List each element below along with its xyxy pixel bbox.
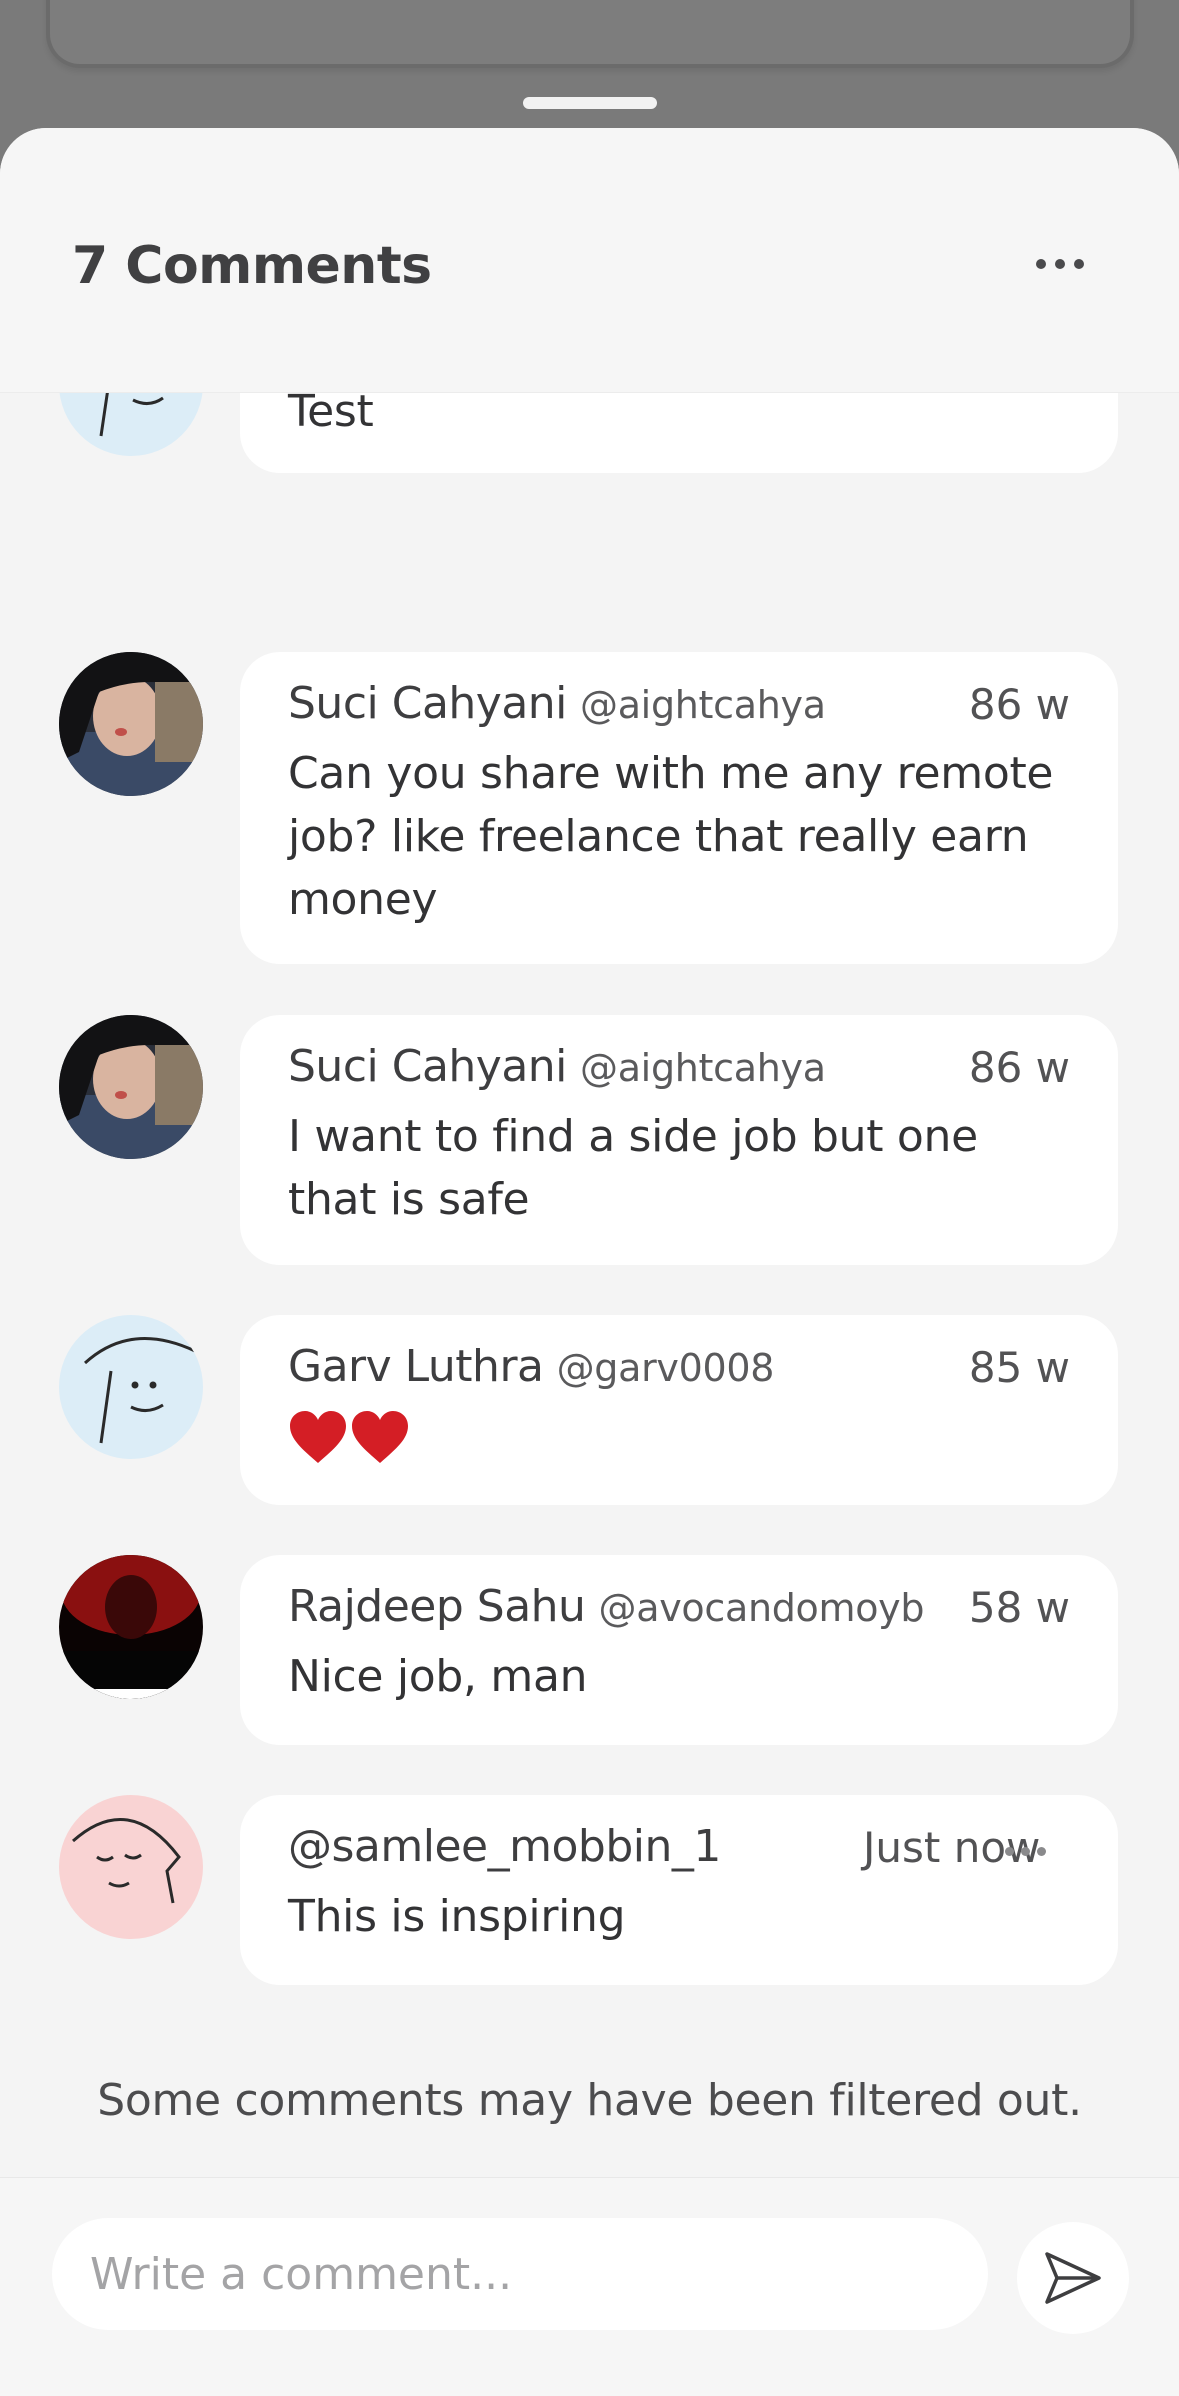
sheet-grab-handle[interactable] [523, 97, 657, 109]
comment-bubble[interactable]: Garv Luthra @garv0008 85 w ❤️❤️ [240, 1315, 1118, 1505]
comment-header: Suci Cahyani @aightcahya 86 w [288, 678, 1070, 742]
comment-header: Suci Cahyani @aightcahya 86 w [288, 1041, 1070, 1105]
comment-bubble[interactable]: Suci Cahyani @aightcahya 86 w Can you sh… [240, 652, 1118, 964]
hearts-row [288, 1405, 1070, 1468]
comment-header: @samlee_mobbin_1 Just now [288, 1821, 1070, 1885]
comments-sheet: 7 Comments Test Suci Cahyani @aightcahya… [0, 128, 1179, 2396]
send-icon [1045, 2252, 1101, 2304]
comment-bubble[interactable]: @samlee_mobbin_1 Just now This is inspir… [240, 1795, 1118, 1985]
comment-timestamp: 58 w [968, 1583, 1070, 1632]
more-dot-icon [1005, 1846, 1014, 1856]
filter-notice: Some comments may have been filtered out… [97, 2075, 1082, 2126]
comment-bubble[interactable]: Suci Cahyani @aightcahya 86 w I want to … [240, 1015, 1118, 1265]
author-name[interactable]: Suci Cahyani [288, 1041, 567, 1092]
comment-input[interactable] [52, 2218, 988, 2330]
comment-more-button[interactable] [1005, 1839, 1065, 1863]
more-dot-icon [1074, 259, 1084, 269]
comments-title: 7 Comments [72, 236, 432, 296]
comment-text: This is inspiring [288, 1891, 626, 1942]
profile-photo-icon [59, 652, 203, 796]
comment-composer [0, 2177, 1179, 2396]
doodle-face-icon [72, 1817, 181, 1904]
comment-timestamp: 86 w [968, 1043, 1070, 1092]
author-handle[interactable]: @avocandomoyb [599, 1586, 925, 1630]
sheet-header: 7 Comments [0, 128, 1179, 393]
doodle-face-icon [99, 392, 164, 437]
comment-header: Rajdeep Sahu @avocandomoyb 58 w [288, 1581, 1070, 1645]
comment-list[interactable]: Test Suci Cahyani @aightcahya 86 w Can y… [0, 392, 1179, 2305]
doodle-face-icon [83, 1337, 196, 1444]
profile-photo-icon [59, 1555, 203, 1699]
comment-timestamp: 85 w [968, 1343, 1070, 1392]
author-handle[interactable]: @garv0008 [557, 1346, 775, 1390]
author-name[interactable]: Rajdeep Sahu [288, 1581, 586, 1632]
comment-text: Can you share with me any remote job? li… [288, 748, 1054, 925]
more-dot-icon [1036, 259, 1046, 269]
avatar[interactable] [59, 392, 203, 456]
send-button[interactable] [1017, 2222, 1129, 2334]
author-handle[interactable]: @aightcahya [580, 1046, 826, 1090]
avatar[interactable] [59, 1315, 203, 1459]
heart-icon [352, 1410, 408, 1463]
more-dot-icon [1055, 259, 1065, 269]
comment-bubble[interactable]: Test [240, 392, 1118, 473]
comment-text: Test [288, 392, 374, 437]
heart-icon [290, 1410, 346, 1463]
avatar[interactable] [59, 1795, 203, 1939]
more-dot-icon [1021, 1846, 1030, 1856]
author-name[interactable]: Garv Luthra [288, 1341, 544, 1392]
comment-timestamp: 86 w [968, 680, 1070, 729]
more-dot-icon [1037, 1846, 1046, 1856]
avatar[interactable] [59, 1555, 203, 1699]
author-name[interactable]: Suci Cahyani [288, 678, 567, 729]
avatar[interactable] [59, 652, 203, 796]
background-post-card [46, 0, 1134, 68]
author-name[interactable]: @samlee_mobbin_1 [288, 1821, 721, 1872]
comment-text: Nice job, man [288, 1651, 588, 1702]
author-handle[interactable]: @aightcahya [580, 683, 826, 727]
avatar[interactable] [59, 1015, 203, 1159]
comment-bubble[interactable]: Rajdeep Sahu @avocandomoyb 58 w Nice job… [240, 1555, 1118, 1745]
more-options-button[interactable] [1020, 246, 1100, 282]
comment-text: I want to find a side job but one that i… [288, 1111, 978, 1225]
comment-header: Garv Luthra @garv0008 85 w [288, 1341, 1070, 1405]
profile-photo-icon [59, 1015, 203, 1159]
